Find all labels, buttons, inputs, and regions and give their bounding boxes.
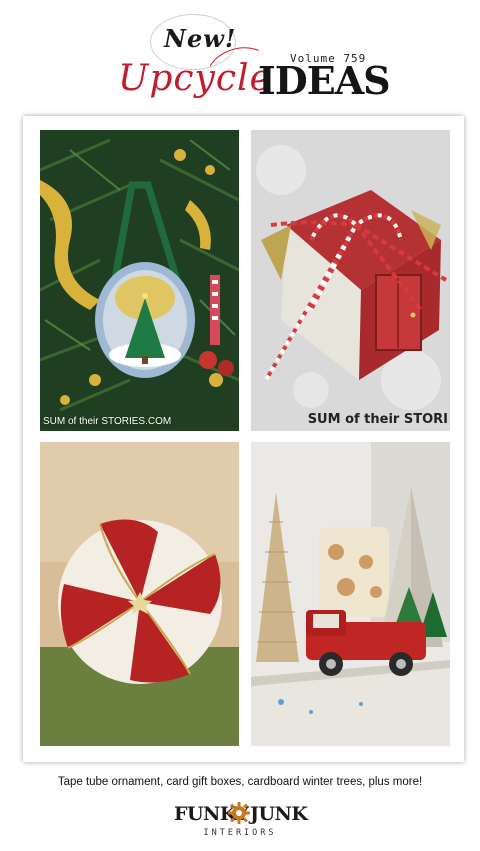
- new-label: New!: [164, 24, 237, 53]
- header: New! Volume 759 Upcycle IDEAS: [0, 0, 480, 118]
- tape-tube-ornament-photo[interactable]: SUM of their STORIES.COM: [40, 130, 239, 431]
- funky-junk-logo[interactable]: FUNKY JUNK INTERIORS: [170, 801, 310, 843]
- ideas-label: IDEAS: [258, 58, 391, 103]
- card-gift-box-photo[interactable]: SUM of their STORI: [251, 130, 450, 431]
- tape-tube-ornament-illustration: [40, 130, 239, 431]
- logo-interiors-text: INTERIORS: [203, 828, 277, 838]
- cardboard-winter-trees-photo[interactable]: [251, 442, 450, 746]
- gear-icon: [228, 802, 250, 824]
- cardboard-winter-trees-illustration: [251, 442, 450, 746]
- logo-junk-text: JUNK: [250, 803, 308, 825]
- photo-collage-card: SUM of their STORIES.COM SUM of their ST…: [23, 116, 464, 762]
- photo-credit: SUM of their STORI: [307, 412, 448, 427]
- card-gift-box-illustration: [251, 130, 450, 431]
- peppermint-ornament-photo[interactable]: [40, 442, 239, 746]
- upcycle-label: Upcycle: [118, 58, 272, 99]
- peppermint-ornament-illustration: [40, 442, 239, 746]
- caption: Tape tube ornament, card gift boxes, car…: [57, 776, 423, 788]
- photo-credit: SUM of their STORIES.COM: [43, 416, 172, 427]
